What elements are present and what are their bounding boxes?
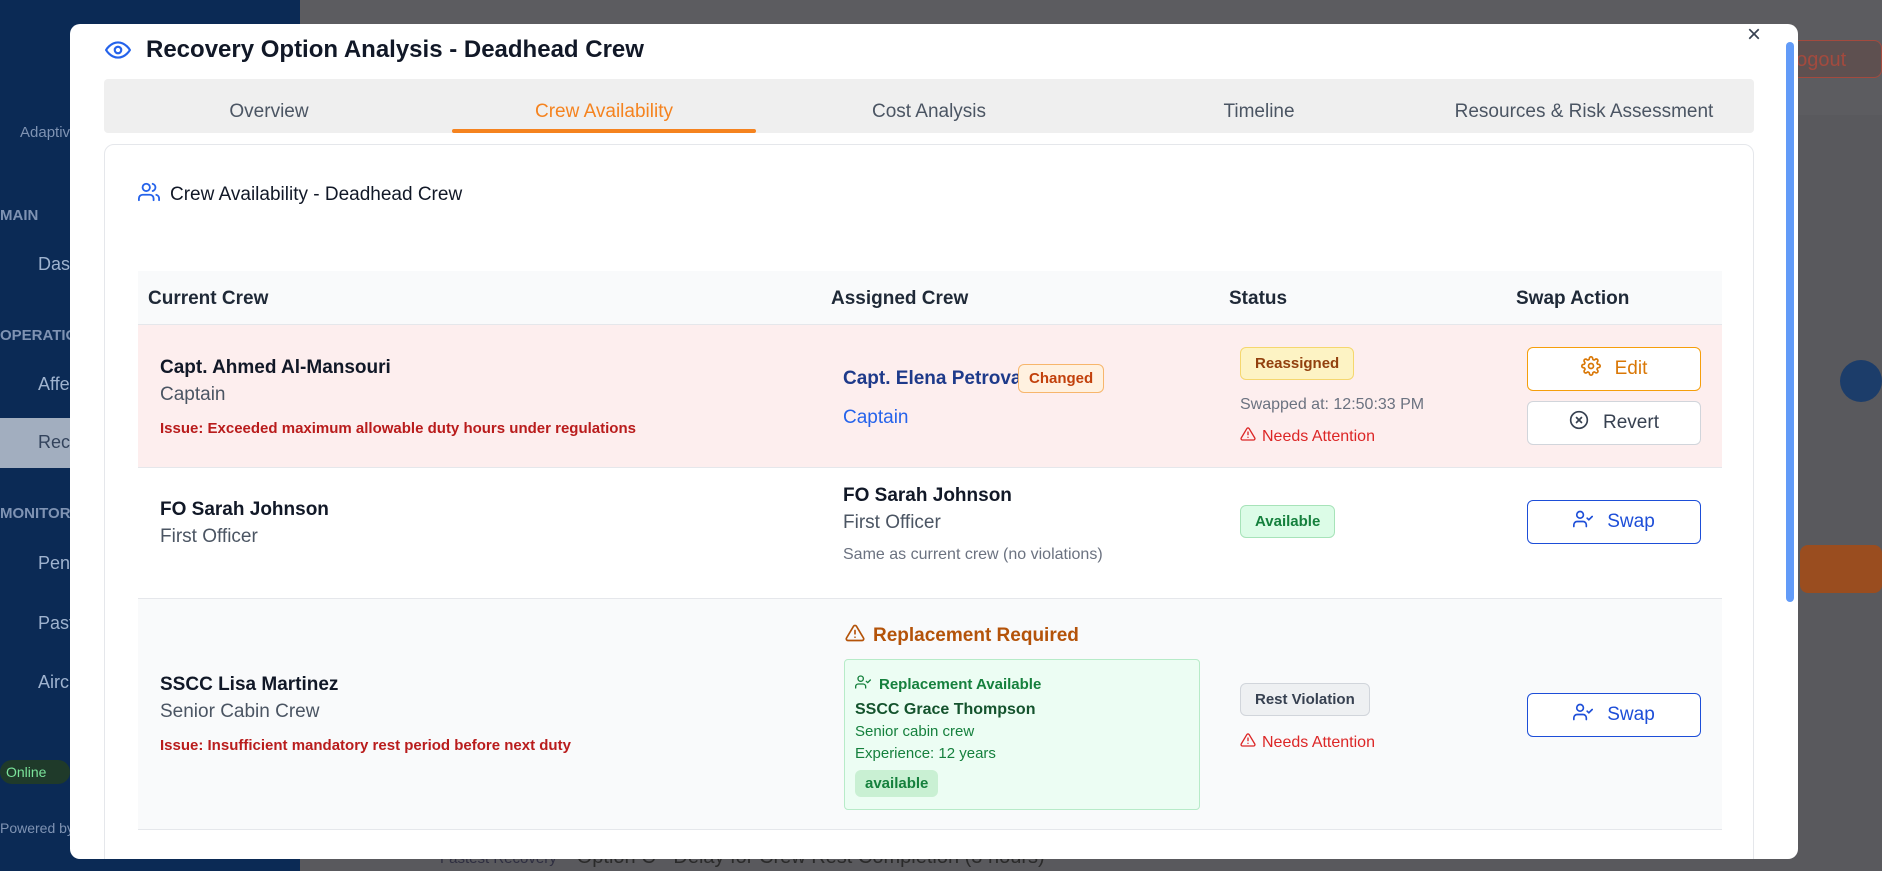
tab-crew-availability[interactable]: Crew Availability xyxy=(452,79,756,133)
background-avatar xyxy=(1840,360,1882,402)
current-crew-name: SSCC Lisa Martinez xyxy=(160,674,339,695)
replacement-status-badge: available xyxy=(855,770,939,797)
powered-by-text: Powered by Partnership xyxy=(0,820,70,836)
swap-button[interactable]: Swap xyxy=(1527,693,1701,737)
table-row: SSCC Lisa Martinez Senior Cabin Crew Iss… xyxy=(138,599,1722,830)
status-badge: Reassigned xyxy=(1240,347,1355,380)
sidebar-section-main: MAIN xyxy=(0,207,39,224)
issue-text: Issue: Insufficient mandatory rest perio… xyxy=(160,737,571,754)
needs-attention-label: Needs Attention xyxy=(1262,733,1375,751)
current-crew-name: FO Sarah Johnson xyxy=(160,499,329,520)
header-assigned-crew: Assigned Crew xyxy=(831,288,969,309)
sidebar-section-monitoring: MONITORING xyxy=(0,505,70,522)
gear-icon xyxy=(1580,356,1601,382)
edit-button[interactable]: Edit xyxy=(1527,347,1701,391)
revert-button-label: Revert xyxy=(1603,412,1659,433)
panel-title-text: Crew Availability - Deadhead Crew xyxy=(170,184,463,205)
changed-badge: Changed xyxy=(1018,364,1105,393)
warning-icon xyxy=(845,623,865,649)
current-crew-role: First Officer xyxy=(160,526,258,547)
online-status-badge: Online xyxy=(0,760,70,784)
assigned-crew-name[interactable]: Capt. Elena Petrova xyxy=(843,368,1021,390)
tab-overview[interactable]: Overview xyxy=(104,79,434,133)
needs-attention-label: Needs Attention xyxy=(1262,427,1375,445)
header-swap-action: Swap Action xyxy=(1516,288,1630,309)
edit-button-label: Edit xyxy=(1614,358,1648,379)
assigned-note: Same as current crew (no violations) xyxy=(843,546,1103,563)
eye-icon xyxy=(104,36,132,64)
swap-button-label: Swap xyxy=(1607,511,1655,532)
header-status: Status xyxy=(1229,288,1288,309)
warning-icon xyxy=(1240,426,1256,447)
user-check-icon xyxy=(1573,509,1594,535)
swap-button[interactable]: Swap xyxy=(1527,500,1701,544)
x-circle-icon xyxy=(1569,410,1589,436)
background-action-button[interactable] xyxy=(1800,545,1882,593)
replacement-role: Senior cabin crew xyxy=(855,723,975,740)
recovery-option-modal: Recovery Option Analysis - Deadhead Crew… xyxy=(70,24,1798,859)
warning-icon xyxy=(1240,732,1256,753)
replacement-card[interactable]: Replacement Available SSCC Grace Thompso… xyxy=(844,659,1200,810)
user-check-icon xyxy=(1573,702,1594,728)
tab-resources-risk[interactable]: Resources & Risk Assessment xyxy=(1414,79,1754,133)
replacement-required-label: Replacement Required xyxy=(873,625,1079,646)
current-crew-name: Capt. Ahmed Al-Mansouri xyxy=(160,357,391,378)
panel-title: Crew Availability - Deadhead Crew xyxy=(138,181,462,209)
status-badge: Rest Violation xyxy=(1240,683,1370,716)
swapped-at-text: Swapped at: 12:50:33 PM xyxy=(1240,396,1425,413)
tab-bar: Overview Crew Availability Cost Analysis… xyxy=(104,79,1754,133)
table-row: FO Sarah Johnson First Officer FO Sarah … xyxy=(138,468,1722,599)
crew-availability-panel: Crew Availability - Deadhead Crew Curren… xyxy=(104,144,1754,859)
current-crew-role: Senior Cabin Crew xyxy=(160,701,320,722)
issue-text: Issue: Exceeded maximum allowable duty h… xyxy=(160,420,636,437)
sidebar-section-operations: OPERATIONS xyxy=(0,327,70,344)
tab-cost-analysis[interactable]: Cost Analysis xyxy=(764,79,1094,133)
tab-timeline[interactable]: Timeline xyxy=(1094,79,1424,133)
users-icon xyxy=(138,181,160,209)
current-crew-role: Captain xyxy=(160,384,226,405)
replacement-available-label: Replacement Available xyxy=(879,675,1042,693)
assigned-crew-role: Captain xyxy=(843,407,909,428)
modal-title: Recovery Option Analysis - Deadhead Crew xyxy=(146,36,644,63)
needs-attention: Needs Attention xyxy=(1240,426,1375,447)
assigned-crew-role: First Officer xyxy=(843,512,941,533)
crew-table: Current Crew Assigned Crew Status Swap A… xyxy=(138,271,1722,830)
header-current-crew: Current Crew xyxy=(148,288,269,309)
replacement-available-title: Replacement Available xyxy=(855,674,1041,694)
table-header: Current Crew Assigned Crew Status Swap A… xyxy=(138,271,1722,325)
user-check-icon xyxy=(855,674,871,694)
revert-button[interactable]: Revert xyxy=(1527,401,1701,445)
assigned-crew-name: FO Sarah Johnson xyxy=(843,485,1012,506)
modal-header: Recovery Option Analysis - Deadhead Crew xyxy=(104,30,644,70)
sidebar-tagline: Adaptive Op xyxy=(20,124,70,141)
swap-button-label: Swap xyxy=(1607,704,1655,725)
replacement-experience: Experience: 12 years xyxy=(855,745,996,762)
replacement-required: Replacement Required xyxy=(845,623,1079,649)
table-row: Capt. Ahmed Al-Mansouri Captain Issue: E… xyxy=(138,325,1722,468)
needs-attention: Needs Attention xyxy=(1240,732,1375,753)
replacement-name: SSCC Grace Thompson xyxy=(855,701,1036,718)
close-icon[interactable]: × xyxy=(1742,24,1766,48)
modal-scrollbar[interactable] xyxy=(1786,42,1794,602)
status-badge: Available xyxy=(1240,505,1336,538)
